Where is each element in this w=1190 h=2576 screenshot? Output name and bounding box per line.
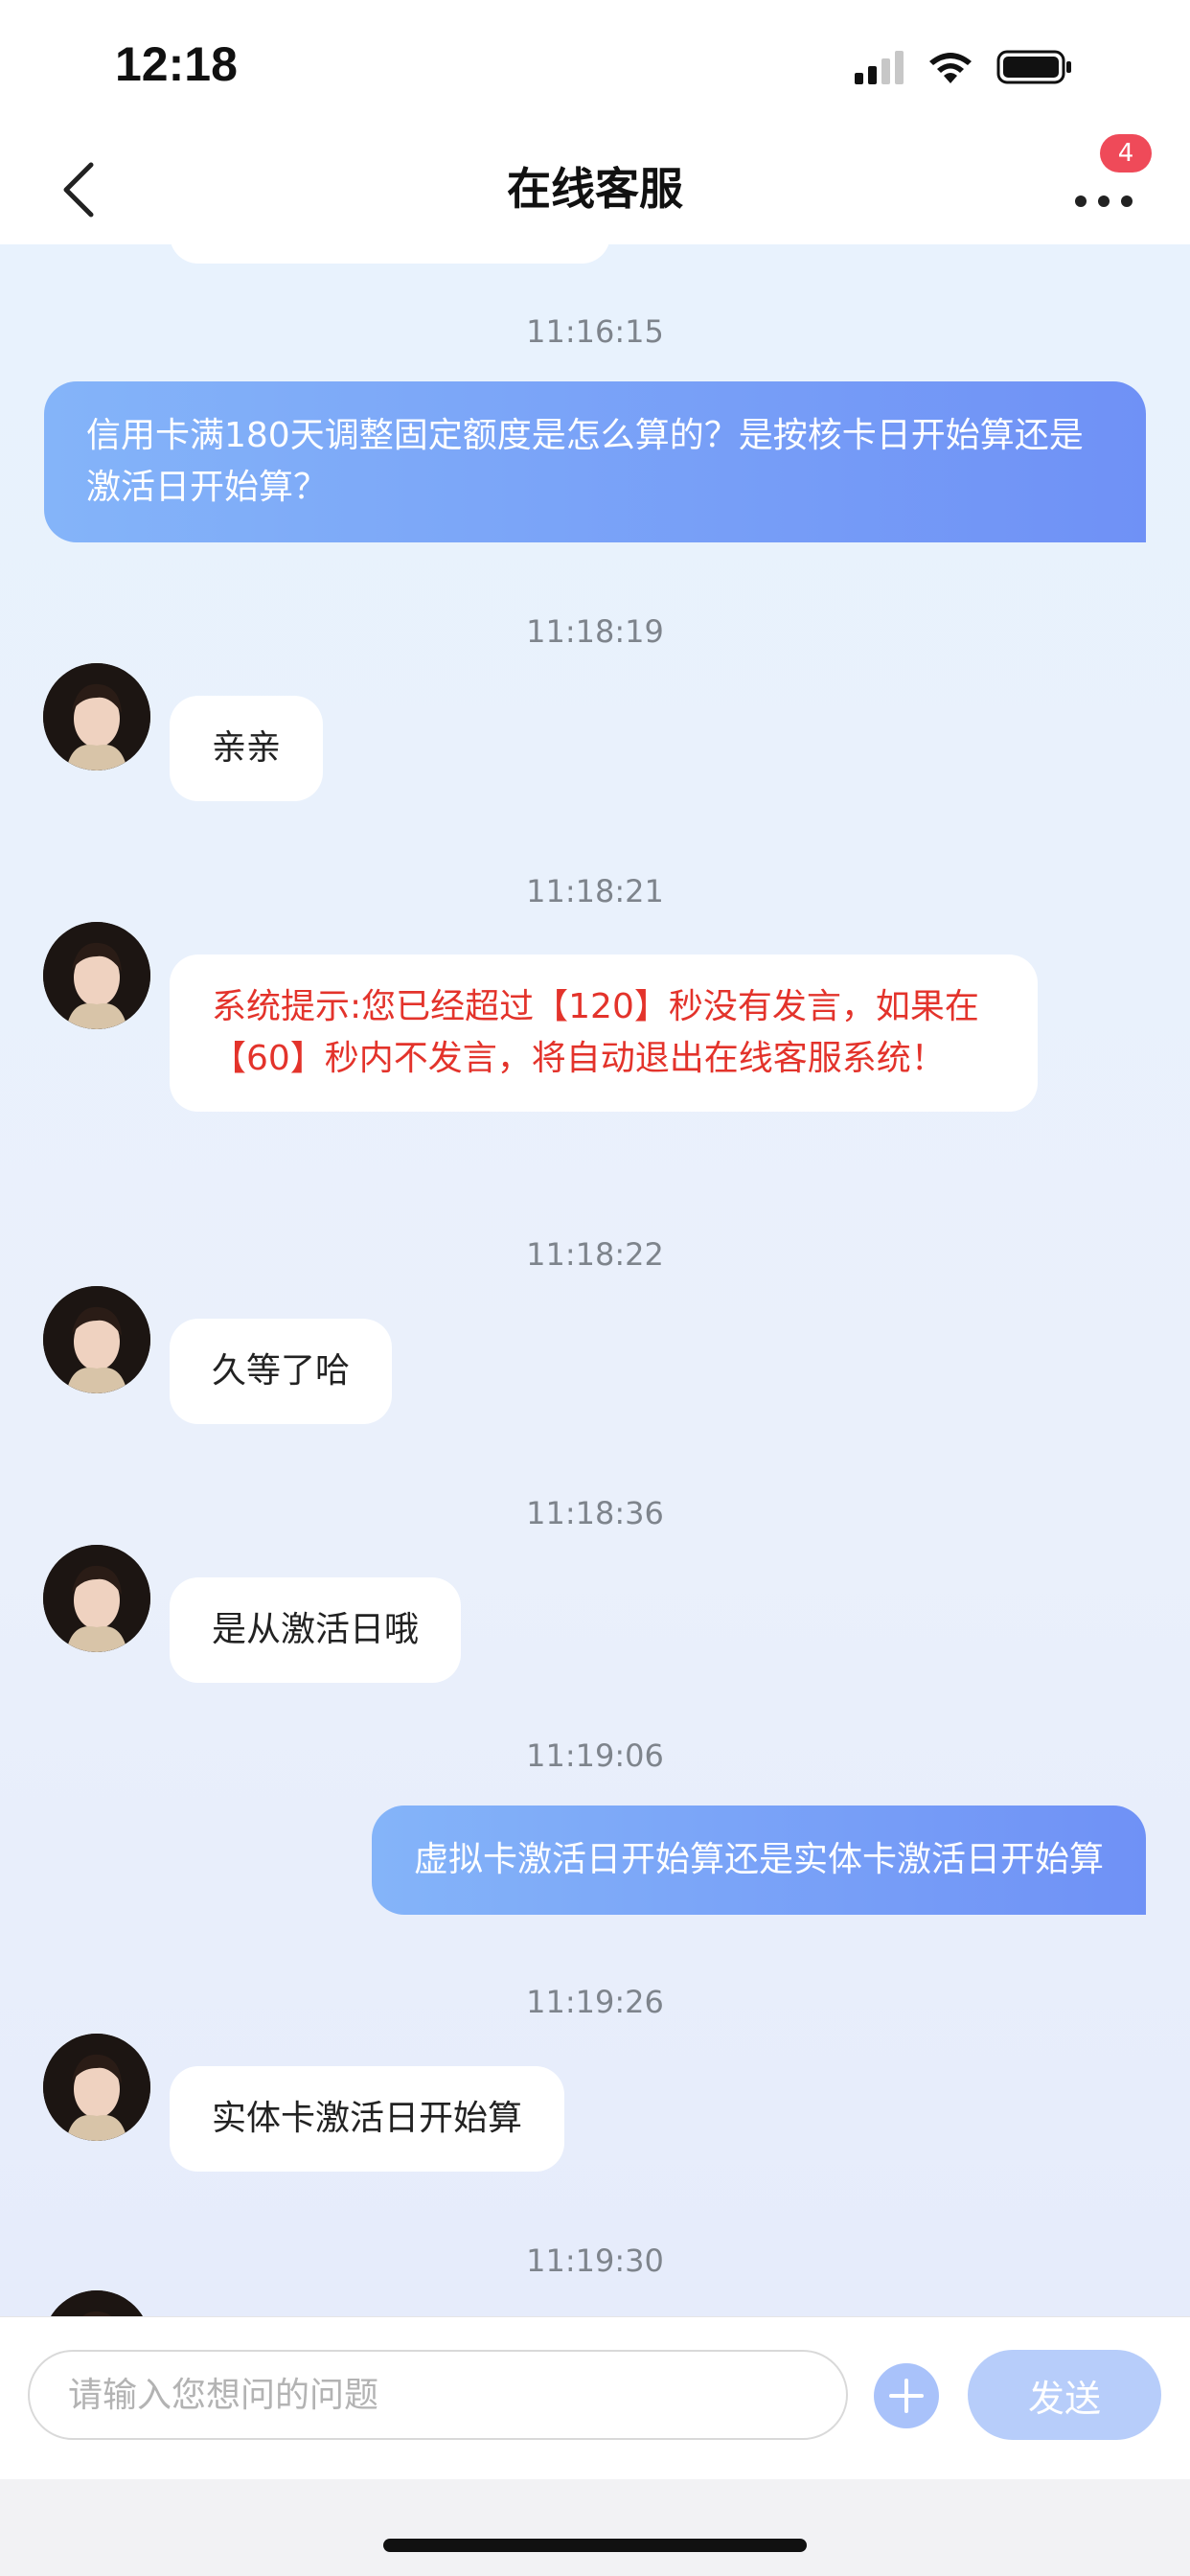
message-input[interactable] xyxy=(28,2350,848,2440)
incoming-message-bubble: 是从激活日哦 xyxy=(170,1577,462,1683)
agent-avatar-icon xyxy=(43,2290,150,2316)
chat-area[interactable]: 11:16:15 信用卡满180天调整固定额度是怎么算的？是按核卡日开始算还是激… xyxy=(0,244,1190,2316)
message-timestamp: 11:19:30 xyxy=(526,2242,664,2279)
plus-icon xyxy=(889,2379,924,2413)
status-bar: 12:18 xyxy=(0,0,1190,134)
message-timestamp: 11:18:19 xyxy=(526,613,664,650)
signal-icon xyxy=(855,51,904,84)
agent-avatar-icon xyxy=(43,2034,150,2141)
status-time: 12:18 xyxy=(115,37,238,91)
agent-avatar-icon xyxy=(43,922,150,1029)
agent-avatar[interactable] xyxy=(43,2290,150,2316)
home-indicator[interactable] xyxy=(383,2539,807,2552)
agent-avatar-icon xyxy=(43,1545,150,1652)
input-bar: 发送 xyxy=(0,2316,1190,2479)
notification-badge: 4 xyxy=(1100,134,1152,172)
partial-message-bubble xyxy=(170,244,610,264)
outgoing-message-bubble: 虚拟卡激活日开始算还是实体卡激活日开始算 xyxy=(371,1806,1146,1915)
agent-avatar[interactable] xyxy=(43,922,150,1029)
home-indicator-area xyxy=(0,2479,1190,2576)
battery-icon xyxy=(996,50,1071,84)
agent-avatar-icon xyxy=(43,1286,150,1393)
agent-avatar[interactable] xyxy=(43,663,150,770)
incoming-message-bubble: 久等了哈 xyxy=(170,1319,393,1424)
send-button[interactable]: 发送 xyxy=(968,2350,1161,2440)
incoming-message-bubble: 亲亲 xyxy=(170,696,324,801)
page-title: 在线客服 xyxy=(507,163,683,215)
system-message-bubble: 系统提示:您已经超过【120】秒没有发言，如果在【60】秒内不发言，将自动退出在… xyxy=(170,954,1038,1112)
agent-avatar[interactable] xyxy=(43,1545,150,1652)
message-timestamp: 11:18:21 xyxy=(526,873,664,909)
plus-button[interactable] xyxy=(874,2363,939,2428)
status-icons xyxy=(855,50,1071,84)
message-timestamp: 11:19:06 xyxy=(526,1737,664,1774)
agent-avatar[interactable] xyxy=(43,2034,150,2141)
agent-avatar-icon xyxy=(43,663,150,770)
message-timestamp: 11:18:36 xyxy=(526,1495,664,1531)
message-timestamp: 11:18:22 xyxy=(526,1236,664,1273)
message-timestamp: 11:16:15 xyxy=(526,313,664,350)
outgoing-message-bubble: 信用卡满180天调整固定额度是怎么算的？是按核卡日开始算还是激活日开始算？ xyxy=(44,381,1146,542)
agent-avatar[interactable] xyxy=(43,1286,150,1393)
wifi-icon xyxy=(929,53,972,83)
nav-bar: 在线客服 xyxy=(0,134,1190,244)
incoming-message-bubble: 实体卡激活日开始算 xyxy=(170,2066,565,2172)
message-timestamp: 11:19:26 xyxy=(526,1984,664,2020)
